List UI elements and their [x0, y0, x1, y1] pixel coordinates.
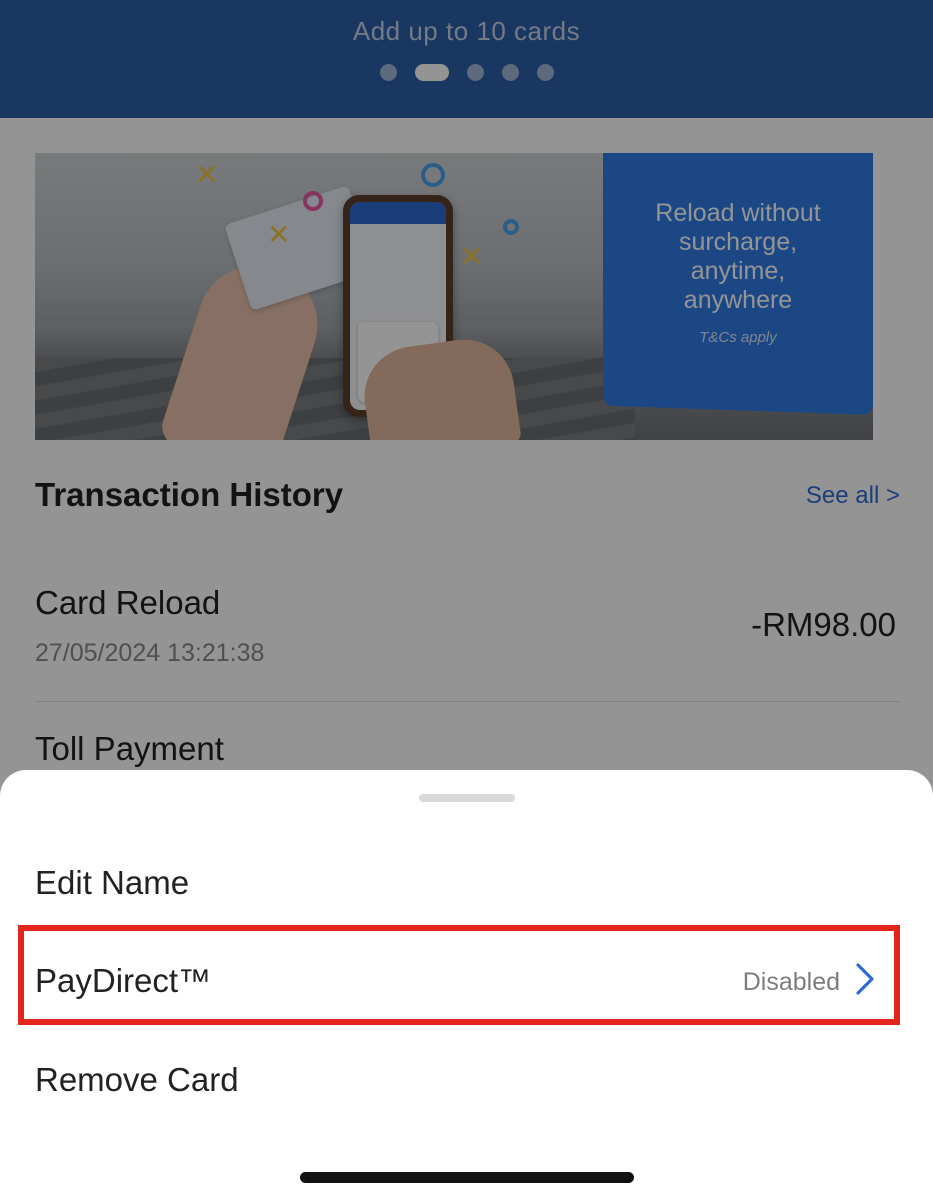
option-label: Remove Card [35, 1061, 239, 1098]
highlight-annotation [18, 925, 900, 1025]
edit-name-option[interactable]: Edit Name [35, 854, 900, 914]
home-indicator[interactable] [300, 1172, 634, 1183]
remove-card-option[interactable]: Remove Card [35, 1051, 900, 1111]
sheet-grabber[interactable] [419, 794, 515, 802]
option-label: Edit Name [35, 864, 190, 901]
bottom-sheet: Edit Name PayDirect™ Disabled Remove Car… [0, 770, 933, 1200]
